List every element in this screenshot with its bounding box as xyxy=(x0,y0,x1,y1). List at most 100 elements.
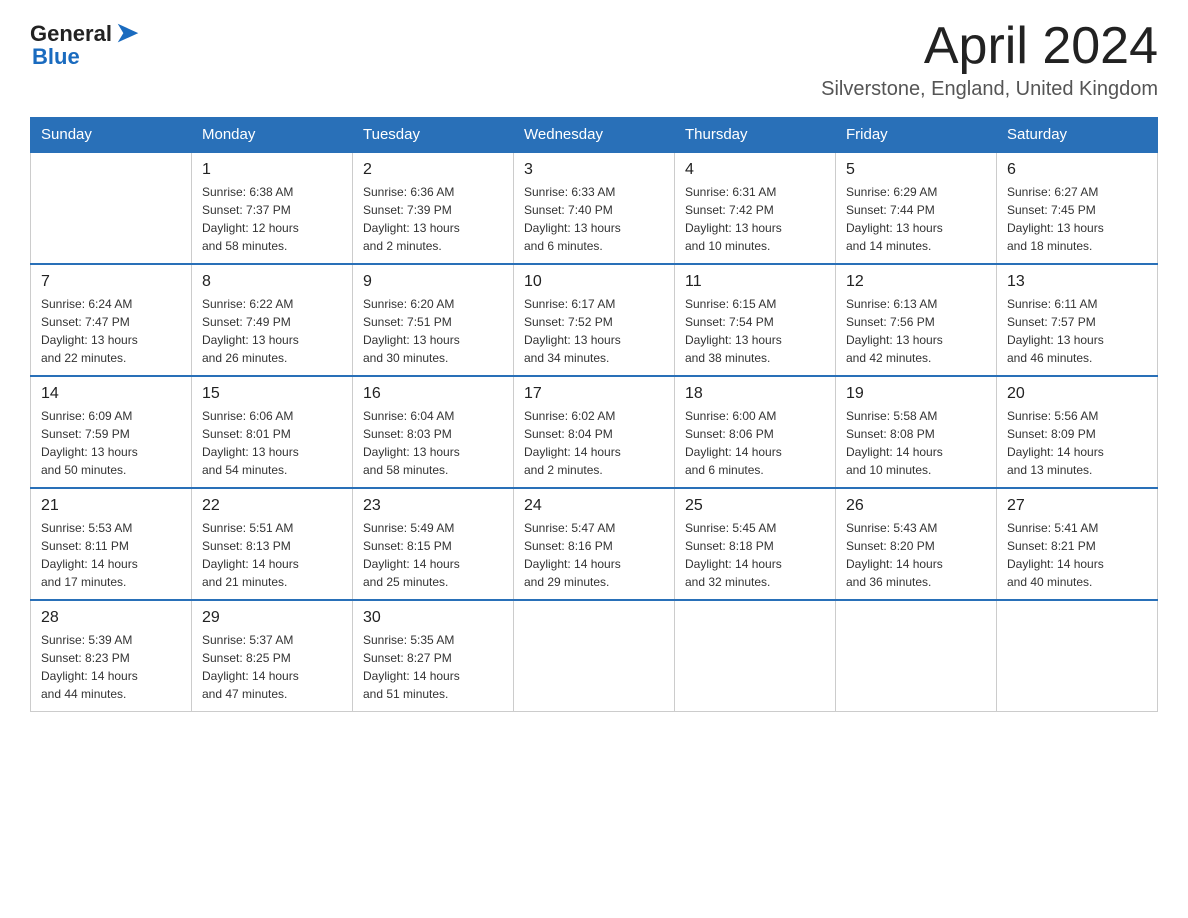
day-info: Sunrise: 5:49 AM Sunset: 8:15 PM Dayligh… xyxy=(363,519,503,591)
calendar-week-row: 1 Sunrise: 6:38 AM Sunset: 7:37 PM Daylig… xyxy=(31,152,1158,264)
day-number: 30 xyxy=(363,609,503,627)
day-number: 24 xyxy=(524,497,664,515)
day-info: Sunrise: 6:38 AM Sunset: 7:37 PM Dayligh… xyxy=(202,183,342,255)
calendar-week-row: 28 Sunrise: 5:39 AM Sunset: 8:23 PM Dayli… xyxy=(31,600,1158,712)
calendar-cell: 29 Sunrise: 5:37 AM Sunset: 8:25 PM Dayli… xyxy=(192,600,353,712)
day-info: Sunrise: 5:37 AM Sunset: 8:25 PM Dayligh… xyxy=(202,631,342,703)
calendar-cell: 4 Sunrise: 6:31 AM Sunset: 7:42 PM Daylig… xyxy=(675,152,836,264)
column-header-friday: Friday xyxy=(836,118,997,153)
day-info: Sunrise: 6:31 AM Sunset: 7:42 PM Dayligh… xyxy=(685,183,825,255)
calendar-cell: 6 Sunrise: 6:27 AM Sunset: 7:45 PM Daylig… xyxy=(997,152,1158,264)
day-info: Sunrise: 5:43 AM Sunset: 8:20 PM Dayligh… xyxy=(846,519,986,591)
calendar-cell: 15 Sunrise: 6:06 AM Sunset: 8:01 PM Dayli… xyxy=(192,376,353,488)
day-number: 7 xyxy=(41,273,181,291)
day-info: Sunrise: 6:02 AM Sunset: 8:04 PM Dayligh… xyxy=(524,407,664,479)
calendar-cell: 1 Sunrise: 6:38 AM Sunset: 7:37 PM Daylig… xyxy=(192,152,353,264)
day-info: Sunrise: 6:17 AM Sunset: 7:52 PM Dayligh… xyxy=(524,295,664,367)
day-info: Sunrise: 6:13 AM Sunset: 7:56 PM Dayligh… xyxy=(846,295,986,367)
day-number: 11 xyxy=(685,273,825,291)
day-number: 27 xyxy=(1007,497,1147,515)
day-info: Sunrise: 6:22 AM Sunset: 7:49 PM Dayligh… xyxy=(202,295,342,367)
calendar-cell: 12 Sunrise: 6:13 AM Sunset: 7:56 PM Dayli… xyxy=(836,264,997,376)
day-number: 10 xyxy=(524,273,664,291)
page-header: General Blue April 2024 Silverstone, Eng… xyxy=(30,20,1158,101)
day-number: 8 xyxy=(202,273,342,291)
calendar-cell: 14 Sunrise: 6:09 AM Sunset: 7:59 PM Dayli… xyxy=(31,376,192,488)
day-number: 23 xyxy=(363,497,503,515)
calendar-cell: 26 Sunrise: 5:43 AM Sunset: 8:20 PM Dayli… xyxy=(836,488,997,600)
day-number: 14 xyxy=(41,385,181,403)
column-header-saturday: Saturday xyxy=(997,118,1158,153)
day-number: 20 xyxy=(1007,385,1147,403)
day-number: 26 xyxy=(846,497,986,515)
calendar-cell xyxy=(31,152,192,264)
calendar-cell xyxy=(997,600,1158,712)
calendar-cell: 18Sunrise: 6:00 AM Sunset: 8:06 PM Dayli… xyxy=(675,376,836,488)
logo: General Blue xyxy=(30,20,142,70)
calendar-cell: 5Sunrise: 6:29 AM Sunset: 7:44 PM Daylig… xyxy=(836,152,997,264)
day-number: 19 xyxy=(846,385,986,403)
day-info: Sunrise: 6:06 AM Sunset: 8:01 PM Dayligh… xyxy=(202,407,342,479)
day-info: Sunrise: 5:39 AM Sunset: 8:23 PM Dayligh… xyxy=(41,631,181,703)
day-info: Sunrise: 5:47 AM Sunset: 8:16 PM Dayligh… xyxy=(524,519,664,591)
day-info: Sunrise: 6:09 AM Sunset: 7:59 PM Dayligh… xyxy=(41,407,181,479)
calendar-cell: 27 Sunrise: 5:41 AM Sunset: 8:21 PM Dayli… xyxy=(997,488,1158,600)
day-info: Sunrise: 6:27 AM Sunset: 7:45 PM Dayligh… xyxy=(1007,183,1147,255)
calendar-cell: 30 Sunrise: 5:35 AM Sunset: 8:27 PM Dayli… xyxy=(353,600,514,712)
logo-icon xyxy=(114,20,142,48)
day-info: Sunrise: 6:04 AM Sunset: 8:03 PM Dayligh… xyxy=(363,407,503,479)
calendar-cell: 17 Sunrise: 6:02 AM Sunset: 8:04 PM Dayli… xyxy=(514,376,675,488)
calendar-cell: 24 Sunrise: 5:47 AM Sunset: 8:16 PM Dayli… xyxy=(514,488,675,600)
calendar-week-row: 7 Sunrise: 6:24 AM Sunset: 7:47 PM Daylig… xyxy=(31,264,1158,376)
day-number: 13 xyxy=(1007,273,1147,291)
calendar-cell: 25Sunrise: 5:45 AM Sunset: 8:18 PM Dayli… xyxy=(675,488,836,600)
column-header-thursday: Thursday xyxy=(675,118,836,153)
day-info: Sunrise: 6:36 AM Sunset: 7:39 PM Dayligh… xyxy=(363,183,503,255)
day-number: 15 xyxy=(202,385,342,403)
day-number: 22 xyxy=(202,497,342,515)
calendar-cell: 16 Sunrise: 6:04 AM Sunset: 8:03 PM Dayli… xyxy=(353,376,514,488)
day-info: Sunrise: 5:51 AM Sunset: 8:13 PM Dayligh… xyxy=(202,519,342,591)
day-number: 2 xyxy=(363,161,503,179)
day-number: 28 xyxy=(41,609,181,627)
calendar-cell: 9Sunrise: 6:20 AM Sunset: 7:51 PM Daylig… xyxy=(353,264,514,376)
calendar-cell: 8 Sunrise: 6:22 AM Sunset: 7:49 PM Daylig… xyxy=(192,264,353,376)
calendar-cell: 20Sunrise: 5:56 AM Sunset: 8:09 PM Dayli… xyxy=(997,376,1158,488)
day-number: 17 xyxy=(524,385,664,403)
logo-blue: Blue xyxy=(32,44,80,70)
calendar-cell: 3Sunrise: 6:33 AM Sunset: 7:40 PM Daylig… xyxy=(514,152,675,264)
day-info: Sunrise: 5:58 AM Sunset: 8:08 PM Dayligh… xyxy=(846,407,986,479)
day-info: Sunrise: 6:29 AM Sunset: 7:44 PM Dayligh… xyxy=(846,183,986,255)
day-info: Sunrise: 6:15 AM Sunset: 7:54 PM Dayligh… xyxy=(685,295,825,367)
day-number: 3 xyxy=(524,161,664,179)
column-header-tuesday: Tuesday xyxy=(353,118,514,153)
calendar-cell: 2 Sunrise: 6:36 AM Sunset: 7:39 PM Daylig… xyxy=(353,152,514,264)
day-info: Sunrise: 6:20 AM Sunset: 7:51 PM Dayligh… xyxy=(363,295,503,367)
calendar-table: SundayMondayTuesdayWednesdayThursdayFrid… xyxy=(30,117,1158,712)
calendar-week-row: 14 Sunrise: 6:09 AM Sunset: 7:59 PM Dayli… xyxy=(31,376,1158,488)
day-info: Sunrise: 5:41 AM Sunset: 8:21 PM Dayligh… xyxy=(1007,519,1147,591)
day-number: 6 xyxy=(1007,161,1147,179)
day-number: 1 xyxy=(202,161,342,179)
day-number: 16 xyxy=(363,385,503,403)
calendar-cell: 21Sunrise: 5:53 AM Sunset: 8:11 PM Dayli… xyxy=(31,488,192,600)
day-number: 29 xyxy=(202,609,342,627)
month-title: April 2024 xyxy=(821,20,1158,72)
day-info: Sunrise: 6:11 AM Sunset: 7:57 PM Dayligh… xyxy=(1007,295,1147,367)
day-info: Sunrise: 6:24 AM Sunset: 7:47 PM Dayligh… xyxy=(41,295,181,367)
location: Silverstone, England, United Kingdom xyxy=(821,78,1158,101)
day-info: Sunrise: 5:45 AM Sunset: 8:18 PM Dayligh… xyxy=(685,519,825,591)
calendar-week-row: 21Sunrise: 5:53 AM Sunset: 8:11 PM Dayli… xyxy=(31,488,1158,600)
calendar-cell: 23 Sunrise: 5:49 AM Sunset: 8:15 PM Dayli… xyxy=(353,488,514,600)
day-number: 12 xyxy=(846,273,986,291)
calendar-cell: 11 Sunrise: 6:15 AM Sunset: 7:54 PM Dayli… xyxy=(675,264,836,376)
calendar-cell: 10 Sunrise: 6:17 AM Sunset: 7:52 PM Dayli… xyxy=(514,264,675,376)
calendar-cell: 13 Sunrise: 6:11 AM Sunset: 7:57 PM Dayli… xyxy=(997,264,1158,376)
day-number: 18 xyxy=(685,385,825,403)
day-number: 4 xyxy=(685,161,825,179)
calendar-cell: 22 Sunrise: 5:51 AM Sunset: 8:13 PM Dayli… xyxy=(192,488,353,600)
title-block: April 2024 Silverstone, England, United … xyxy=(821,20,1158,101)
day-info: Sunrise: 5:35 AM Sunset: 8:27 PM Dayligh… xyxy=(363,631,503,703)
column-header-monday: Monday xyxy=(192,118,353,153)
day-info: Sunrise: 5:53 AM Sunset: 8:11 PM Dayligh… xyxy=(41,519,181,591)
